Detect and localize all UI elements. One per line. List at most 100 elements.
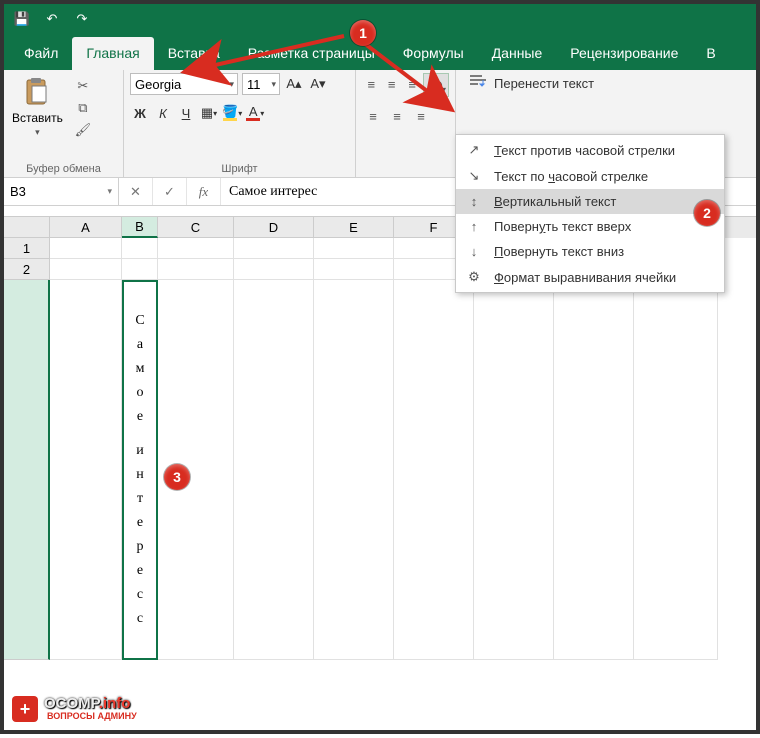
cell-C2[interactable] bbox=[158, 259, 234, 280]
b3-char: и bbox=[136, 444, 144, 458]
format-painter-button[interactable]: 🖌 bbox=[73, 121, 93, 139]
b3-char: о bbox=[137, 386, 144, 400]
cell-F3[interactable] bbox=[394, 280, 474, 660]
b3-char: С bbox=[135, 314, 144, 328]
orient-cw-label: Текст по часовой стрелке bbox=[494, 169, 648, 184]
rows-container: 12Самоеинтересс bbox=[4, 238, 756, 660]
cell-E1[interactable] bbox=[314, 238, 394, 259]
orient-vertical-label: Вертикальный текст bbox=[494, 194, 616, 209]
orient-format-icon: ⚙ bbox=[464, 269, 484, 285]
fill-color-button[interactable]: 🪣▾ bbox=[222, 103, 242, 123]
tab-data[interactable]: Данные bbox=[478, 37, 557, 70]
decrease-font-button[interactable]: A▾ bbox=[308, 74, 328, 94]
watermark-subtitle: ВОПРОСЫ АДМИНУ bbox=[44, 711, 140, 722]
cell-H3[interactable] bbox=[554, 280, 634, 660]
cell-D3[interactable] bbox=[234, 280, 314, 660]
watermark: + OCOMP.info ВОПРОСЫ АДМИНУ bbox=[12, 696, 140, 722]
tab-view-partial[interactable]: В bbox=[692, 37, 729, 70]
align-left-button[interactable]: ≡ bbox=[362, 105, 384, 127]
row-header-1[interactable]: 1 bbox=[4, 238, 50, 259]
align-right-button[interactable]: ≡ bbox=[410, 105, 432, 127]
copy-button[interactable]: ⧉ bbox=[73, 99, 93, 117]
col-header-A[interactable]: A bbox=[50, 217, 122, 238]
cell-G3[interactable] bbox=[474, 280, 554, 660]
cut-button[interactable]: ✂ bbox=[73, 77, 93, 95]
align-middle-button[interactable]: ≡ bbox=[382, 73, 400, 95]
tab-review[interactable]: Рецензирование bbox=[556, 37, 692, 70]
cancel-entry-button[interactable]: ✕ bbox=[119, 178, 153, 205]
cell-E2[interactable] bbox=[314, 259, 394, 280]
cell-A2[interactable] bbox=[50, 259, 122, 280]
cell-C1[interactable] bbox=[158, 238, 234, 259]
row-header-2[interactable]: 2 bbox=[4, 259, 50, 280]
group-alignment: ≡ ≡ ≡ ab ▾ ≡ ≡ ≡ bbox=[356, 70, 456, 177]
col-header-C[interactable]: C bbox=[158, 217, 234, 238]
b3-char: е bbox=[137, 516, 143, 530]
orient-format[interactable]: ⚙ Формат выравнивания ячейки bbox=[456, 264, 724, 290]
cell-D1[interactable] bbox=[234, 238, 314, 259]
borders-button[interactable]: ▦▾ bbox=[199, 103, 219, 123]
orient-down-label: Повернуть текст вниз bbox=[494, 244, 624, 259]
watermark-name: OCOMP bbox=[44, 695, 99, 712]
align-center-button[interactable]: ≡ bbox=[386, 105, 408, 127]
insert-function-button[interactable]: fx bbox=[187, 178, 221, 205]
italic-button[interactable]: К bbox=[153, 103, 173, 123]
orient-ccw-label: Текст против часовой стрелки bbox=[494, 143, 675, 158]
orient-down[interactable]: ↓ Повернуть текст вниз bbox=[456, 239, 724, 264]
col-header-B[interactable]: B bbox=[122, 217, 158, 238]
orient-cw[interactable]: ↘ Текст по часовой стрелке bbox=[456, 163, 724, 189]
tab-home[interactable]: Главная bbox=[72, 37, 153, 70]
align-top-button[interactable]: ≡ bbox=[362, 73, 380, 95]
font-color-button[interactable]: A▾ bbox=[245, 103, 265, 123]
cell-A3[interactable] bbox=[50, 280, 122, 660]
cell-I3[interactable] bbox=[634, 280, 718, 660]
watermark-domain: .info bbox=[99, 695, 131, 712]
paste-button[interactable]: Вставить ▾ bbox=[10, 73, 65, 139]
orient-ccw[interactable]: ↗ Текст против часовой стрелки bbox=[456, 137, 724, 163]
cell-B2[interactable] bbox=[122, 259, 158, 280]
cell-E3[interactable] bbox=[314, 280, 394, 660]
tab-file[interactable]: Файл bbox=[10, 37, 72, 70]
annotation-marker-3: 3 bbox=[164, 464, 190, 490]
ribbon-tabs: Файл Главная Вставка Разметка страницы Ф… bbox=[4, 34, 756, 70]
font-size-value: 11 bbox=[247, 77, 261, 92]
tab-insert[interactable]: Вставка bbox=[154, 37, 234, 70]
qat-redo-button[interactable]: ↷ bbox=[70, 7, 94, 31]
name-box[interactable]: ▾ bbox=[4, 178, 119, 205]
annotation-marker-2: 2 bbox=[694, 200, 720, 226]
b3-char: е bbox=[137, 410, 143, 424]
qat-save-button[interactable]: 💾 bbox=[10, 7, 34, 31]
bold-button[interactable]: Ж bbox=[130, 103, 150, 123]
wrap-text-label: Перенести текст bbox=[494, 76, 594, 91]
wrap-text-icon bbox=[470, 75, 488, 92]
cell-D2[interactable] bbox=[234, 259, 314, 280]
row-header-3[interactable] bbox=[4, 280, 50, 660]
font-name-combo[interactable]: Georgia ▾ bbox=[130, 73, 238, 95]
paste-icon bbox=[21, 77, 53, 109]
align-bottom-button[interactable]: ≡ bbox=[403, 73, 421, 95]
col-header-E[interactable]: E bbox=[314, 217, 394, 238]
group-label-font: Шрифт bbox=[124, 163, 355, 175]
orient-up[interactable]: ↑ Повернуть текст вверх bbox=[456, 214, 724, 239]
increase-font-button[interactable]: A▴ bbox=[284, 74, 304, 94]
accept-entry-button[interactable]: ✓ bbox=[153, 178, 187, 205]
qat-undo-button[interactable]: ↶ bbox=[40, 7, 64, 31]
cell-B1[interactable] bbox=[122, 238, 158, 259]
font-size-combo[interactable]: 11 ▾ bbox=[242, 73, 280, 95]
select-all-corner[interactable] bbox=[4, 217, 50, 238]
orient-format-label: Формат выравнивания ячейки bbox=[494, 270, 676, 285]
cell-A1[interactable] bbox=[50, 238, 122, 259]
b3-char: е bbox=[137, 564, 143, 578]
col-header-D[interactable]: D bbox=[234, 217, 314, 238]
tab-formulas[interactable]: Формулы bbox=[389, 37, 478, 70]
cell-B3[interactable]: Самоеинтересс bbox=[122, 280, 158, 660]
b3-char: с bbox=[137, 612, 143, 626]
wrap-text-button[interactable]: Перенести текст bbox=[462, 73, 730, 94]
orient-vertical[interactable]: ↕ Вертикальный текст bbox=[456, 189, 724, 214]
underline-button[interactable]: Ч bbox=[176, 103, 196, 123]
orient-down-icon: ↓ bbox=[464, 244, 484, 259]
orientation-button[interactable]: ab ▾ bbox=[423, 73, 449, 97]
b3-char: р bbox=[137, 540, 144, 554]
b3-char: т bbox=[137, 492, 143, 506]
name-box-input[interactable] bbox=[8, 183, 88, 200]
